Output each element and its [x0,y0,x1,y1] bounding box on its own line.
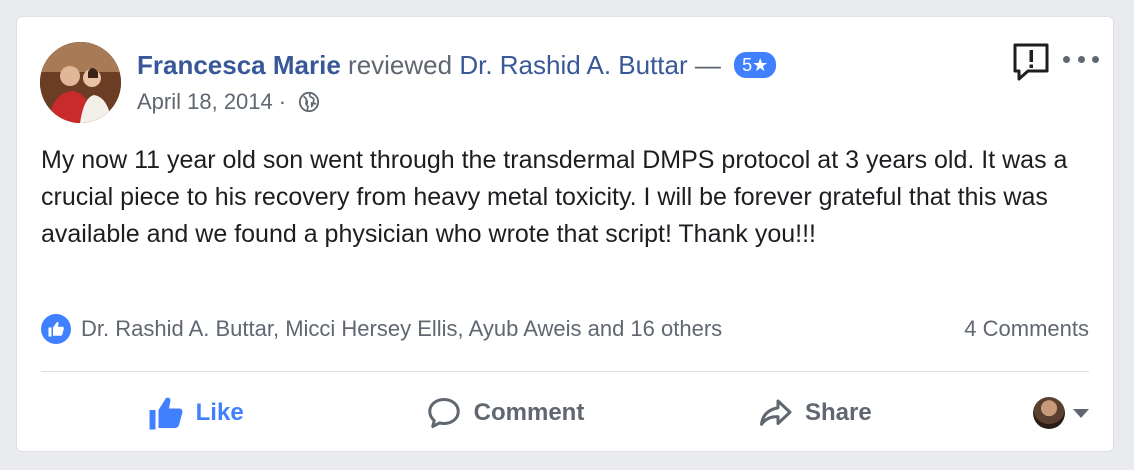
reactions-bar: Dr. Rashid A. Buttar, Micci Hersey Ellis… [41,314,1089,344]
like-label: Like [195,399,244,426]
review-card: Francesca Marie reviewed Dr. Rashid A. B… [16,16,1114,452]
report-review-icon[interactable] [1011,42,1051,82]
share-button[interactable]: Share [660,383,969,443]
meta-separator: · [278,89,287,114]
review-meta: April 18, 2014 · [137,88,320,116]
reviewer-name-link[interactable]: Francesca Marie [137,50,341,80]
chevron-down-icon [1072,408,1089,418]
like-button[interactable]: Like [41,383,350,443]
review-text: My now 11 year old son went through the … [41,146,1068,248]
review-verb: reviewed [348,50,453,80]
comments-count-link[interactable]: 4 Comments [964,316,1089,342]
comment-button[interactable]: Comment [350,383,659,443]
share-arrow-icon [759,399,792,426]
rating-badge: 5★ [734,52,777,78]
review-header: Francesca Marie reviewed Dr. Rashid A. B… [137,49,777,81]
more-options-icon[interactable] [1063,45,1099,73]
reactors-summary-link[interactable]: Dr. Rashid A. Buttar, Micci Hersey Ellis… [81,316,964,342]
globe-icon[interactable] [298,91,320,113]
share-label: Share [804,399,872,426]
post-as-selector[interactable] [969,383,1089,443]
review-date-link[interactable]: April 18, 2014 [137,88,273,116]
header-dash: — [694,50,721,80]
reviewed-page-link[interactable]: Dr. Rashid A. Buttar [459,50,687,80]
actions-divider [41,371,1089,372]
action-bar: Like Comment Share [41,383,1089,443]
comment-label: Comment [473,399,585,426]
like-reaction-icon[interactable] [41,314,71,344]
thumbs-up-icon [149,397,183,430]
comment-icon [427,398,460,428]
current-user-avatar [1032,397,1065,429]
reviewer-avatar[interactable] [40,42,121,123]
